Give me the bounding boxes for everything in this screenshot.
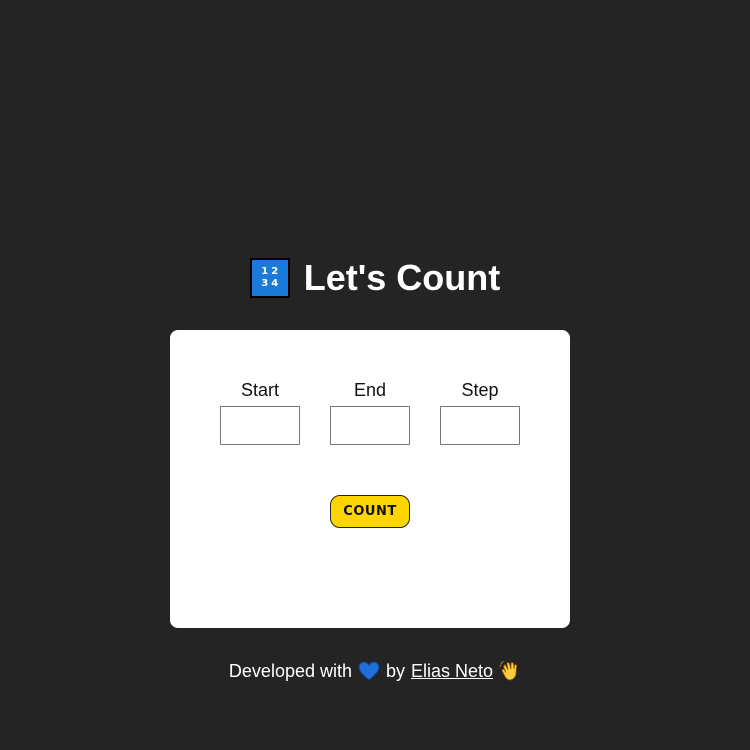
blue-heart-icon — [358, 661, 380, 681]
start-input[interactable] — [220, 406, 300, 445]
page-title: Let's Count — [303, 257, 501, 298]
step-input[interactable] — [440, 406, 520, 445]
count-form-card: Start End Step COUNT — [170, 330, 570, 628]
end-field: End — [330, 380, 410, 445]
author-link[interactable]: Elias Neto — [411, 661, 493, 682]
end-label: End — [353, 380, 387, 400]
step-label: Step — [461, 380, 499, 400]
footer-by: by — [386, 660, 406, 681]
step-field: Step — [440, 380, 520, 445]
icon-digit: 3 — [261, 278, 269, 289]
waving-hand-icon — [499, 660, 521, 682]
footer: Developed with by Elias Neto — [0, 660, 750, 682]
end-input[interactable] — [330, 406, 410, 445]
icon-digit: 1 — [261, 266, 269, 277]
page: 1 2 3 4 Let's Count Start End Step COUNT… — [0, 0, 750, 750]
icon-digit: 2 — [271, 266, 279, 277]
footer-prefix: Developed with — [228, 660, 352, 681]
input-fields: Start End Step — [220, 380, 520, 445]
start-label: Start — [240, 380, 279, 400]
numbers-icon: 1 2 3 4 — [249, 258, 290, 298]
count-button[interactable]: COUNT — [330, 495, 410, 528]
header: 1 2 3 4 Let's Count — [0, 255, 750, 301]
start-field: Start — [220, 380, 300, 445]
icon-digit: 4 — [271, 278, 279, 289]
